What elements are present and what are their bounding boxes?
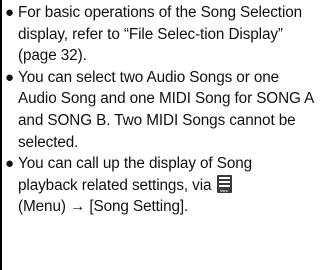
note-item-file-selection: ● For basic operations of the Song Selec…: [4, 2, 314, 67]
menu-icon-caption: Menu: [219, 188, 229, 193]
margin-rule: [0, 0, 2, 270]
note-text: For basic operations of the Song Selecti…: [18, 4, 303, 65]
note-text-after-icon: (Menu) → [Song Setting].: [18, 198, 189, 216]
note-text: You can select two Audio Songs or one Au…: [18, 68, 314, 151]
notes-list: ● For basic operations of the Song Selec…: [4, 2, 314, 218]
bullet-icon: ●: [5, 4, 14, 21]
bullet-icon: ●: [5, 68, 14, 86]
bullet-icon: ●: [5, 155, 14, 173]
menu-icon: Menu: [216, 174, 232, 193]
note-item-song-setting: ● You can call up the display of Song pl…: [4, 153, 314, 218]
note-item-song-selection: ● You can select two Audio Songs or one …: [4, 67, 314, 153]
